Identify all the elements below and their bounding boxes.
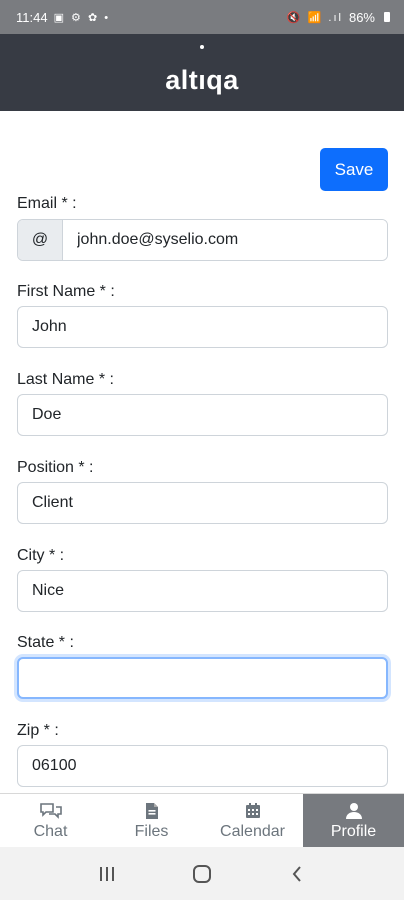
nav-label-calendar: Calendar bbox=[220, 822, 285, 840]
city-field[interactable] bbox=[17, 570, 388, 612]
chat-icon bbox=[39, 801, 63, 821]
back-button[interactable] bbox=[277, 854, 317, 894]
nav-item-calendar[interactable]: Calendar bbox=[202, 794, 303, 847]
nav-label-profile: Profile bbox=[330, 822, 377, 840]
battery-level: 86% bbox=[348, 9, 375, 25]
file-icon bbox=[144, 801, 160, 821]
signal-icons: 🔇 📶 .ıl bbox=[286, 11, 343, 24]
at-icon: @ bbox=[18, 220, 63, 260]
nav-item-profile[interactable]: Profile bbox=[303, 794, 404, 847]
position-label: Position * : bbox=[17, 459, 94, 476]
email-label: Email * : bbox=[17, 195, 77, 212]
nav-item-files[interactable]: Files bbox=[101, 794, 202, 847]
user-icon bbox=[345, 801, 363, 821]
position-field[interactable] bbox=[17, 482, 388, 524]
recent-apps-button[interactable] bbox=[87, 854, 127, 894]
home-button[interactable] bbox=[182, 854, 222, 894]
email-input-group: @ bbox=[17, 219, 388, 261]
save-button[interactable]: Save bbox=[320, 148, 388, 191]
last-name-label: Last Name * : bbox=[17, 371, 114, 388]
nav-label-chat: Chat bbox=[33, 822, 68, 840]
header-dot bbox=[200, 45, 204, 49]
app-header: altıqa bbox=[0, 34, 404, 111]
profile-form: Save Email * : @ First Name * : Last Nam… bbox=[0, 111, 404, 793]
status-bar: 11:44 ▣ ⚙ ✿ • 🔇 📶 .ıl 86% bbox=[0, 0, 404, 34]
nav-label-files: Files bbox=[134, 822, 169, 840]
zip-label: Zip * : bbox=[17, 722, 59, 739]
bottom-nav: Chat Files Calendar Profile bbox=[0, 793, 404, 847]
status-time: 11:44 bbox=[16, 9, 48, 25]
zip-field[interactable] bbox=[17, 745, 388, 787]
system-nav-bar bbox=[0, 847, 404, 900]
email-field[interactable] bbox=[63, 220, 387, 260]
notification-icons: ▣ ⚙ ✿ • bbox=[53, 11, 111, 24]
state-field[interactable] bbox=[17, 657, 388, 699]
nav-item-chat[interactable]: Chat bbox=[0, 794, 101, 847]
calendar-icon bbox=[244, 801, 262, 821]
city-label: City * : bbox=[17, 547, 65, 564]
first-name-label: First Name * : bbox=[17, 283, 115, 300]
app-logo: altıqa bbox=[165, 65, 239, 95]
state-label: State * : bbox=[17, 634, 74, 651]
last-name-field[interactable] bbox=[17, 394, 388, 436]
battery-icon bbox=[384, 12, 390, 22]
first-name-field[interactable] bbox=[17, 306, 388, 348]
